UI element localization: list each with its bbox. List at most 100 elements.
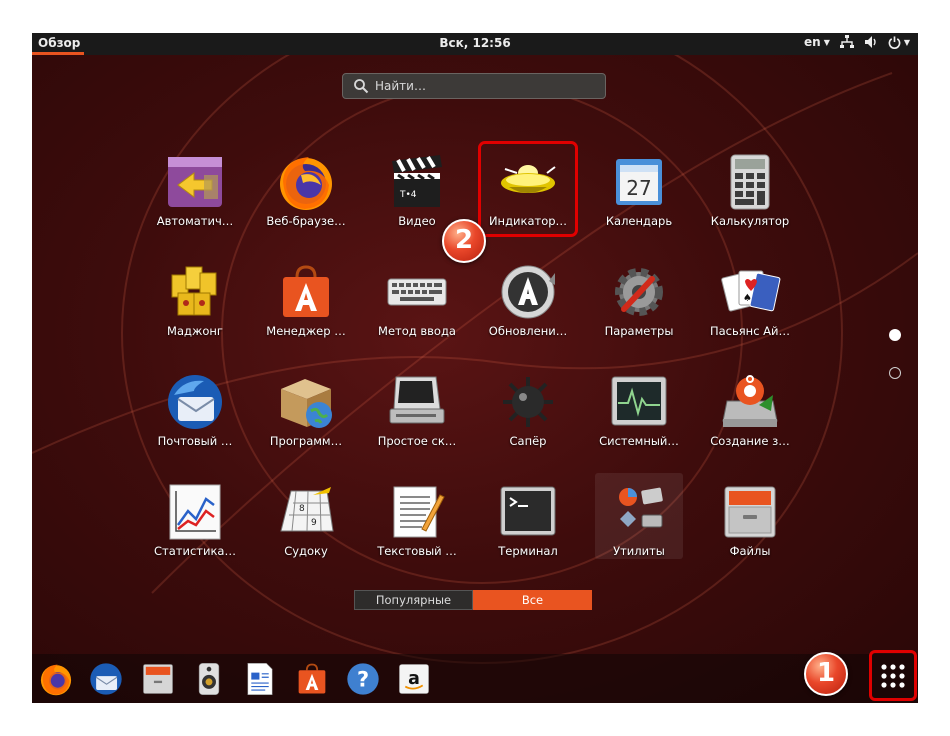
language-selector[interactable]: en ▼ [804, 35, 830, 49]
app-simple-scan[interactable]: Простое ск… [361, 371, 473, 457]
files-cabinet-icon [143, 664, 173, 694]
app-label: Файлы [729, 544, 771, 558]
app-aisleriot[interactable]: ♠ Пасьянс Ай… [694, 261, 806, 347]
app-mines[interactable]: Сапёр [472, 371, 584, 457]
app-label: Метод ввода [378, 324, 456, 338]
dock-help[interactable]: ? [345, 661, 381, 697]
app-statistics[interactable]: Статистика… [139, 481, 251, 567]
system-tray: en ▼ ▼ [804, 35, 910, 49]
keyboard-icon [387, 278, 447, 306]
show-applications-button[interactable] [869, 650, 917, 701]
app-firefox[interactable]: Веб-браузе… [250, 151, 362, 237]
app-sudoku[interactable]: 8 9 Судоку [250, 481, 362, 567]
app-label: Системный… [599, 434, 679, 448]
software-updater-icon [168, 157, 222, 207]
search-icon [354, 79, 369, 94]
app-startup-disk[interactable]: Создание з… [694, 371, 806, 457]
app-label: Веб-браузе… [266, 214, 346, 228]
clock[interactable]: Вск, 12:56 [32, 36, 918, 50]
app-settings[interactable]: Параметры [583, 261, 695, 347]
app-text-editor[interactable]: Текстовый … [361, 481, 473, 567]
app-files[interactable]: Файлы [694, 481, 806, 567]
app-label: Статистика… [154, 544, 236, 558]
writer-document-icon [247, 663, 273, 695]
settings-gear-icon [615, 268, 663, 316]
solitaire-cards-icon: ♠ [721, 270, 781, 312]
dock-amazon[interactable]: a [396, 661, 432, 697]
mahjongg-icon [171, 266, 217, 316]
app-label: Почтовый … [157, 434, 233, 448]
update-icon [501, 265, 555, 319]
tab-popular[interactable]: Популярные [354, 590, 473, 610]
app-label: Пасьянс Ай… [709, 324, 791, 338]
app-label: Программ… [269, 434, 343, 448]
svg-text:♠: ♠ [743, 293, 752, 304]
step-badge-2: 2 [442, 219, 486, 263]
step-badge-1: 1 [804, 652, 848, 696]
svg-text:9: 9 [311, 518, 317, 528]
app-input-method[interactable]: Метод ввода [361, 261, 473, 347]
app-updates[interactable]: Обновлени… [472, 261, 584, 347]
app-software-manager[interactable]: Менеджер … [250, 261, 362, 347]
network-icon[interactable] [839, 35, 854, 49]
app-programs[interactable]: Программ… [250, 371, 362, 457]
app-label: Простое ск… [377, 434, 457, 448]
search-placeholder: Найти… [375, 79, 426, 93]
app-mahjongg[interactable]: Маджонг [139, 261, 251, 347]
app-calendar[interactable]: 27 Календарь [583, 151, 695, 237]
help-icon: ? [347, 663, 379, 695]
search-input[interactable]: Найти… [342, 73, 606, 99]
thunderbird-icon [168, 375, 222, 429]
volume-icon[interactable] [864, 35, 878, 49]
dock-libreoffice-writer[interactable] [242, 661, 278, 697]
dock-software[interactable] [294, 661, 330, 697]
language-label: en [804, 35, 821, 49]
view-switcher: Популярные Все [354, 590, 592, 610]
app-label: Сапёр [509, 434, 547, 448]
tab-all[interactable]: Все [473, 590, 592, 610]
sudoku-icon: 8 9 [280, 487, 334, 532]
page-indicator-2[interactable] [889, 367, 901, 379]
dock-rhythmbox[interactable] [191, 661, 227, 697]
desktop-screen: Обзор Вск, 12:56 en ▼ ▼ Найти… Автоматич… [32, 33, 918, 703]
app-label: Менеджер … [266, 324, 346, 338]
app-system-monitor[interactable]: Системный… [583, 371, 695, 457]
text-editor-icon [393, 486, 445, 538]
startup-disk-icon [722, 375, 778, 427]
terminal-icon [500, 486, 556, 536]
amazon-icon: a [399, 664, 429, 694]
statistics-chart-icon [169, 484, 221, 540]
svg-text:27: 27 [626, 176, 651, 200]
app-mail[interactable]: Почтовый … [139, 371, 251, 457]
chevron-down-icon: ▼ [823, 37, 830, 47]
app-label: Текстовый … [377, 544, 457, 558]
dock-firefox[interactable] [38, 661, 74, 697]
top-bar: Обзор Вск, 12:56 en ▼ ▼ [32, 33, 918, 55]
software-bag-icon [298, 663, 326, 694]
utilities-folder-icon [619, 487, 663, 528]
app-label: Обновлени… [488, 324, 568, 338]
power-menu[interactable]: ▼ [888, 35, 910, 49]
calculator-icon [730, 154, 770, 210]
software-bag-icon [283, 265, 329, 317]
app-software-updater[interactable]: Автоматич… [139, 151, 251, 237]
mine-icon [503, 377, 553, 427]
files-cabinet-icon [724, 486, 776, 538]
scanner-icon [389, 376, 445, 424]
app-label: Терминал [498, 544, 558, 558]
dock-thunderbird[interactable] [88, 661, 124, 697]
dock-files[interactable] [140, 661, 176, 697]
app-label: Автоматич… [156, 214, 234, 228]
app-label: Судоку [284, 544, 328, 558]
app-label: Утилиты [613, 544, 665, 558]
app-utilities-folder[interactable]: Утилиты [583, 481, 695, 567]
app-label: Маджонг [167, 324, 223, 338]
app-terminal[interactable]: Терминал [472, 481, 584, 567]
svg-text:?: ? [357, 668, 369, 692]
activities-indicator [32, 52, 84, 55]
video-clapper-icon: T•4 [392, 155, 442, 207]
app-label: Параметры [604, 324, 674, 338]
page-indicator-1[interactable] [889, 329, 901, 341]
app-calculator[interactable]: Калькулятор [694, 151, 806, 237]
power-icon [888, 35, 901, 49]
